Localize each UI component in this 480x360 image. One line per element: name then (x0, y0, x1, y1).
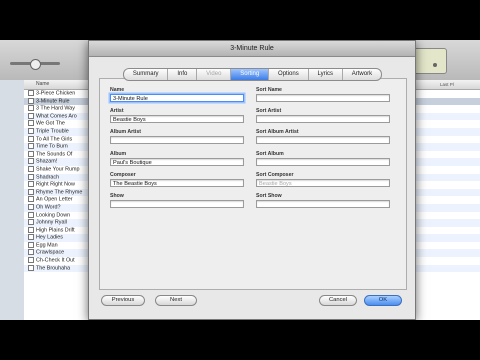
track-name: Johnny Ryall (36, 219, 67, 226)
track-name: Looking Down (36, 211, 71, 218)
tab-options[interactable]: Options (269, 69, 309, 80)
checkbox-icon[interactable] (28, 249, 34, 256)
checkbox-icon[interactable] (28, 219, 34, 226)
track-name: The Brouhaha (36, 265, 71, 272)
track-name: Right Right Now (36, 181, 75, 188)
checkbox-icon[interactable] (28, 158, 34, 165)
composer-label: Composer (110, 172, 136, 178)
album-label: Album (110, 151, 127, 157)
tab-video[interactable]: Video (197, 69, 232, 80)
checkbox-icon[interactable] (28, 150, 34, 157)
album-artist-label: Album Artist (110, 129, 141, 135)
track-name: Shadrach (36, 173, 60, 180)
sort-composer-field[interactable]: Beastie Boys (256, 179, 390, 187)
track-name: Ch-Check It Out (36, 257, 75, 264)
tab-summary[interactable]: Summary (124, 69, 169, 80)
checkbox-icon[interactable] (28, 234, 34, 241)
sort-show-field[interactable] (256, 200, 390, 208)
track-name: Oh Word? (36, 204, 61, 211)
sort-show-label: Sort Show (256, 193, 282, 199)
track-name: To All The Girls (36, 135, 73, 142)
track-name: Triple Trouble (36, 128, 69, 135)
artist-label: Artist (110, 108, 124, 114)
volume-slider-knob[interactable] (30, 59, 41, 70)
track-name: Egg Man (36, 242, 58, 249)
tab-sorting[interactable]: Sorting (231, 69, 270, 80)
checkbox-icon[interactable] (28, 127, 34, 134)
next-button[interactable]: Next (155, 295, 197, 306)
track-name: An Open Letter (36, 196, 73, 203)
track-name: Rhyme The Rhyme (36, 189, 83, 196)
album-field[interactable]: Paul's Boutique (110, 158, 244, 166)
sort-album-artist-field[interactable] (256, 136, 390, 144)
checkbox-icon[interactable] (28, 188, 34, 195)
checkbox-icon[interactable] (28, 120, 34, 127)
checkbox-icon[interactable] (28, 97, 34, 104)
checkbox-icon[interactable] (28, 135, 34, 142)
track-name: Hey Ladies (36, 234, 63, 241)
track-name: Time To Burn (36, 143, 68, 150)
checkbox-icon[interactable] (28, 90, 34, 96)
sort-name-label: Sort Name (256, 87, 282, 93)
show-field[interactable] (110, 200, 244, 208)
sorting-panel: Name 3-Minute Rule Sort Name Artist Beas… (99, 78, 407, 290)
track-name: 3 The Hard Way (36, 105, 75, 112)
last-played-header[interactable]: Last Pl (440, 82, 454, 87)
track-name: 3-Minute Rule (36, 98, 70, 105)
dialog-title: 3-Minute Rule (89, 41, 415, 57)
tab-lyrics[interactable]: Lyrics (309, 69, 343, 80)
ok-button[interactable]: OK (364, 295, 402, 306)
name-label: Name (110, 87, 125, 93)
sort-composer-label: Sort Composer (256, 172, 294, 178)
checkbox-icon[interactable] (28, 257, 34, 264)
track-name: Crawlspace (36, 249, 65, 256)
track-name: 3-Piece Chicken (36, 90, 76, 97)
sort-artist-field[interactable] (256, 115, 390, 123)
track-name: The Sounds Of (36, 151, 73, 158)
get-info-dialog: 3-Minute Rule Name 3-Minute Rule Sort Na… (88, 40, 416, 320)
itunes-sidebar[interactable] (0, 80, 25, 320)
sort-name-field[interactable] (256, 94, 390, 102)
display-indicator-icon (433, 63, 437, 67)
checkbox-icon[interactable] (28, 112, 34, 119)
track-name: What Comes Aro (36, 113, 77, 120)
track-name: High Plains Drift (36, 227, 75, 234)
tab-info[interactable]: Info (168, 69, 198, 80)
sort-album-label: Sort Album (256, 151, 284, 157)
info-tabs: Summary Info Video Sorting Options Lyric… (123, 68, 382, 81)
checkbox-icon[interactable] (28, 143, 34, 150)
show-label: Show (110, 193, 124, 199)
track-name: Shake Your Rump (36, 166, 80, 173)
track-name: Shazam! (36, 158, 58, 165)
checkbox-icon[interactable] (28, 105, 34, 112)
previous-button[interactable]: Previous (101, 295, 145, 306)
track-name: We Got The (36, 120, 65, 127)
checkbox-icon[interactable] (28, 264, 34, 271)
checkbox-icon[interactable] (28, 165, 34, 172)
name-field[interactable]: 3-Minute Rule (110, 94, 244, 102)
sort-album-field[interactable] (256, 158, 390, 166)
sort-artist-label: Sort Artist (256, 108, 282, 114)
checkbox-icon[interactable] (28, 211, 34, 218)
checkbox-icon[interactable] (28, 203, 34, 210)
checkbox-icon[interactable] (28, 196, 34, 203)
sort-album-artist-label: Sort Album Artist (256, 129, 299, 135)
cancel-button[interactable]: Cancel (319, 295, 357, 306)
album-artist-field[interactable] (110, 136, 244, 144)
tab-artwork[interactable]: Artwork (343, 69, 381, 80)
checkbox-icon[interactable] (28, 181, 34, 188)
artist-field[interactable]: Beastie Boys (110, 115, 244, 123)
composer-field[interactable]: The Beastie Boys (110, 179, 244, 187)
checkbox-icon[interactable] (28, 173, 34, 180)
checkbox-icon[interactable] (28, 226, 34, 233)
checkbox-icon[interactable] (28, 241, 34, 248)
